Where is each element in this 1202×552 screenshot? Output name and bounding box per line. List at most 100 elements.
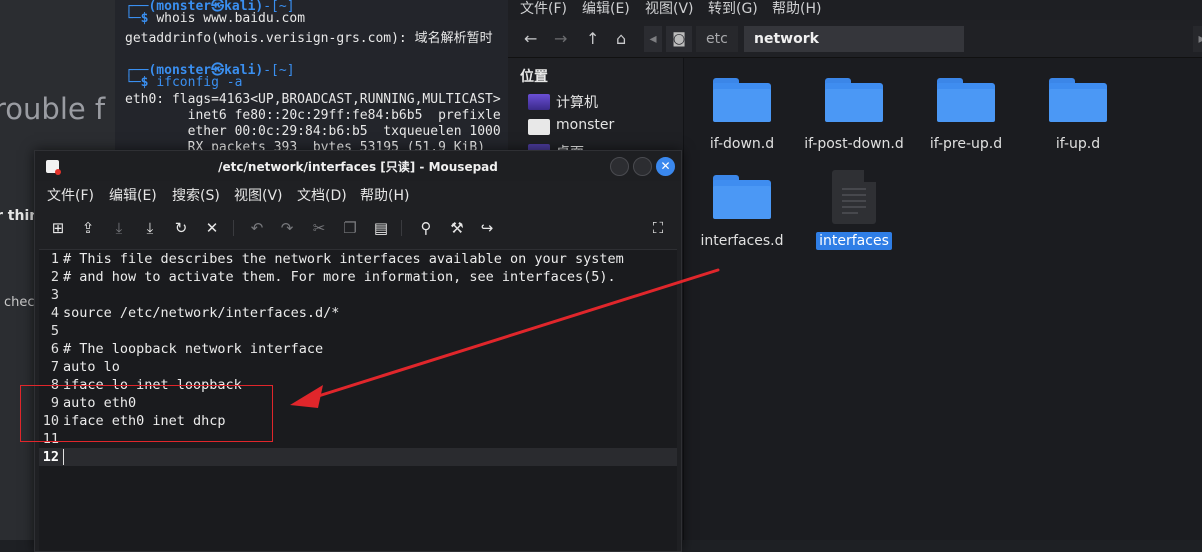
breadcrumb: ◂ ◙ etc network ▸ — [644, 26, 1202, 52]
folder-if-up-d[interactable]: if-up.d — [1023, 78, 1133, 168]
terminal-output-line: inet6 fe80::20c:29ff:fe84:b6b5 prefixle — [125, 108, 501, 123]
line-number: 3 — [50, 287, 59, 303]
file-manager-toolbar: ← → ↑ ⌂ ◂ ◙ etc network ▸ — [508, 20, 1202, 58]
redo-icon[interactable]: ↷ — [277, 218, 297, 238]
line-number: 12 — [42, 449, 59, 465]
editor-line: 2 # and how to activate them. For more in… — [39, 268, 677, 286]
file-interfaces[interactable]: interfaces — [799, 170, 909, 260]
fullscreen-icon[interactable]: ⛶ — [648, 218, 668, 238]
annotation-highlight-box — [20, 385, 273, 442]
line-text: source /etc/network/interfaces.d/* — [63, 305, 340, 321]
line-number: 7 — [50, 359, 59, 375]
new-file-icon[interactable]: ⊞ — [48, 218, 68, 238]
folder-icon — [937, 78, 995, 122]
terminal-command-line: └─$ whois www.baidu.com — [125, 11, 306, 26]
folder-icon — [713, 78, 771, 122]
editor-line: 1 # This file describes the network inter… — [39, 250, 677, 268]
menu-help[interactable]: 帮助(H) — [360, 185, 409, 205]
folder-interfaces-d[interactable]: interfaces.d — [687, 175, 797, 265]
window-title: /etc/network/interfaces [只读] - Mousepad — [218, 160, 498, 174]
folder-icon — [825, 78, 883, 122]
save-as-icon[interactable]: ⤓ — [140, 218, 160, 238]
disk-icon[interactable]: ◙ — [666, 26, 692, 52]
sidebar-item-label: monster — [556, 117, 615, 133]
editor-current-line: 12 — [39, 448, 677, 466]
menu-file[interactable]: 文件(F) — [520, 0, 567, 18]
item-label: if-post-down.d — [804, 136, 904, 152]
editor-line: 3 — [39, 286, 677, 304]
cut-icon[interactable]: ✂ — [309, 218, 329, 238]
terminal-command-line: └─$ ifconfig -a — [125, 75, 243, 90]
computer-icon — [528, 94, 550, 110]
terminal-output-line: eth0: flags=4163<UP,BROADCAST,RUNNING,MU… — [125, 92, 501, 107]
file-manager-content: if-down.d if-post-down.d if-pre-up.d if-… — [684, 58, 1202, 540]
window-titlebar[interactable]: /etc/network/interfaces [只读] - Mousepad … — [35, 151, 681, 181]
menu-view[interactable]: 视图(V) — [645, 0, 694, 18]
breadcrumb-network[interactable]: network — [744, 26, 964, 52]
back-icon[interactable]: ← — [524, 29, 537, 48]
save-icon[interactable]: ⤓ — [109, 218, 129, 238]
text-file-icon — [832, 170, 876, 224]
background-heading-text: rouble f — [0, 92, 106, 126]
home-icon[interactable]: ⌂ — [616, 29, 626, 48]
background-body-text: chec — [4, 295, 35, 310]
forward-icon[interactable]: → — [554, 29, 567, 48]
editor-line: 4 source /etc/network/interfaces.d/* — [39, 304, 677, 322]
line-number: 1 — [50, 251, 59, 267]
sidebar-header: 位置 — [520, 69, 548, 85]
line-text: auto lo — [63, 359, 120, 375]
close-doc-icon[interactable]: ✕ — [202, 218, 222, 238]
reload-icon[interactable]: ↻ — [171, 218, 191, 238]
line-number: 5 — [50, 323, 59, 339]
line-number: 4 — [50, 305, 59, 321]
folder-if-pre-up-d[interactable]: if-pre-up.d — [911, 78, 1021, 168]
file-manager-menubar: 文件(F) 编辑(E) 视图(V) 转到(G) 帮助(H) — [508, 0, 1202, 20]
home-folder-icon — [528, 119, 550, 135]
editor-line: 7 auto lo — [39, 358, 677, 376]
folder-if-post-down-d[interactable]: if-post-down.d — [799, 78, 909, 168]
folder-icon — [1049, 78, 1107, 122]
find-replace-icon[interactable]: ⚒ — [447, 218, 467, 238]
menu-edit[interactable]: 编辑(E) — [109, 185, 157, 205]
item-label: if-down.d — [709, 136, 775, 152]
mousepad-menubar: 文件(F) 编辑(E) 搜索(S) 视图(V) 文档(D) 帮助(H) — [35, 185, 681, 209]
item-label: if-pre-up.d — [929, 136, 1003, 152]
text-caret — [63, 449, 64, 465]
open-file-icon[interactable]: ⇪ — [78, 218, 98, 238]
undo-icon[interactable]: ↶ — [247, 218, 267, 238]
sidebar-item-label: 计算机 — [556, 95, 598, 111]
item-label: interfaces.d — [700, 233, 784, 249]
editor-line: 5 — [39, 322, 677, 340]
editor-line: 6 # The loopback network interface — [39, 340, 677, 358]
item-label: if-up.d — [1055, 136, 1101, 152]
copy-icon[interactable]: ❐ — [340, 218, 360, 238]
item-label-selected: interfaces — [816, 232, 892, 250]
find-icon[interactable]: ⚲ — [416, 218, 436, 238]
line-text: # The loopback network interface — [63, 341, 324, 357]
maximize-button[interactable] — [633, 157, 652, 176]
mousepad-toolbar: ⊞ ⇪ ⤓ ⤓ ↻ ✕ ↶ ↷ ✂ ❐ ▤ ⚲ ⚒ ↪ ⛶ — [35, 213, 681, 243]
goto-icon[interactable]: ↪ — [477, 218, 497, 238]
line-number: 6 — [50, 341, 59, 357]
line-text: # This file describes the network interf… — [63, 251, 624, 267]
menu-file[interactable]: 文件(F) — [47, 185, 94, 205]
line-number: 2 — [50, 269, 59, 285]
paste-icon[interactable]: ▤ — [371, 218, 391, 238]
folder-if-down-d[interactable]: if-down.d — [687, 78, 797, 168]
breadcrumb-scroll-right-icon[interactable]: ▸ — [1193, 26, 1202, 52]
close-button[interactable]: ✕ — [656, 157, 675, 176]
menu-view[interactable]: 视图(V) — [234, 185, 283, 205]
line-text: # and how to activate them. For more inf… — [63, 269, 616, 285]
breadcrumb-scroll-left-icon[interactable]: ◂ — [644, 26, 662, 52]
menu-go[interactable]: 转到(G) — [708, 0, 758, 18]
terminal-output-line: ether 00:0c:29:84:b6:b5 txqueuelen 1000 — [125, 124, 501, 139]
up-icon[interactable]: ↑ — [586, 29, 599, 48]
minimize-button[interactable] — [610, 157, 629, 176]
menu-search[interactable]: 搜索(S) — [172, 185, 220, 205]
menu-help[interactable]: 帮助(H) — [772, 0, 821, 18]
breadcrumb-etc[interactable]: etc — [696, 26, 738, 52]
mousepad-window[interactable]: /etc/network/interfaces [只读] - Mousepad … — [34, 150, 682, 552]
folder-icon — [713, 175, 771, 219]
menu-edit[interactable]: 编辑(E) — [582, 0, 630, 18]
menu-document[interactable]: 文档(D) — [297, 185, 347, 205]
